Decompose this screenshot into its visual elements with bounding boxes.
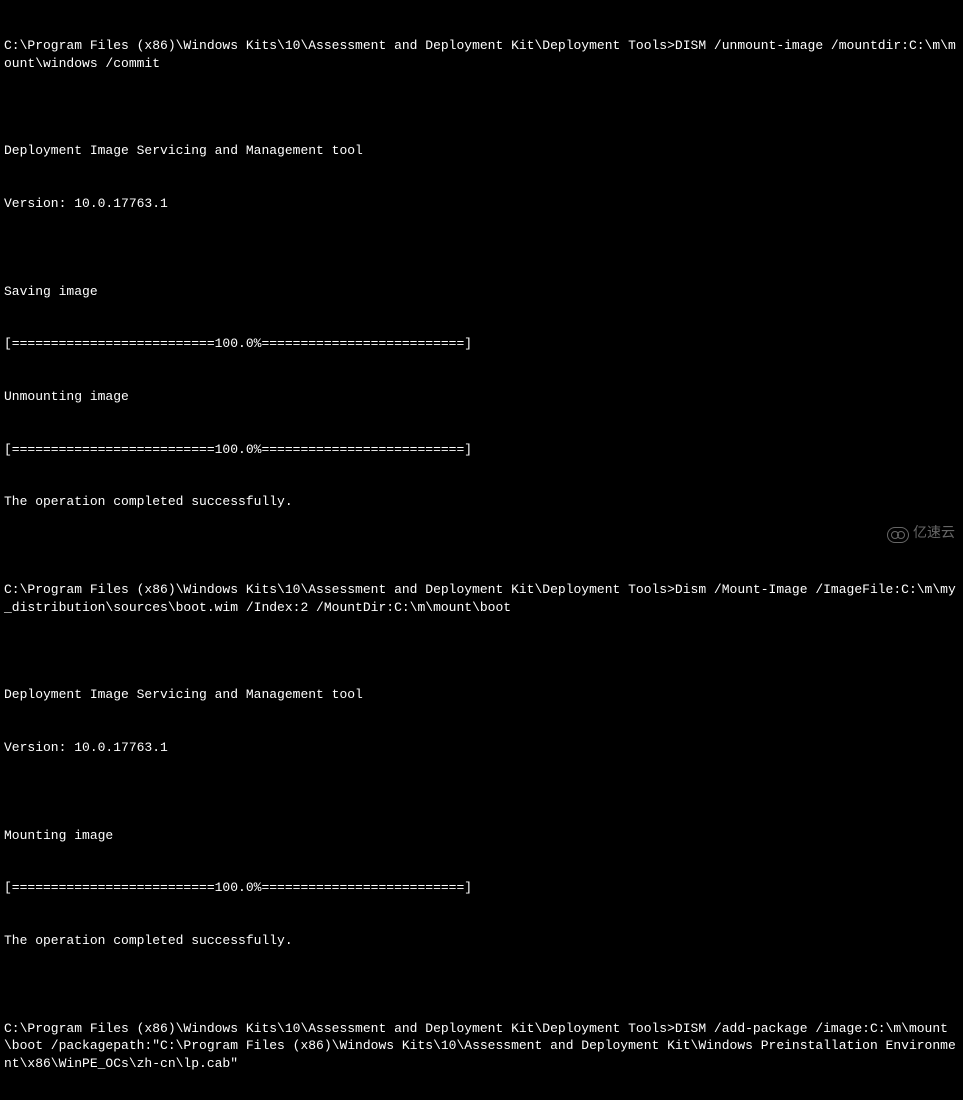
terminal-line: Deployment Image Servicing and Managemen… <box>4 142 959 160</box>
terminal-line: The operation completed successfully. <box>4 932 959 950</box>
terminal-line: Mounting image <box>4 827 959 845</box>
watermark-text: 亿速云 <box>913 525 955 544</box>
watermark: 亿速云 <box>887 525 955 544</box>
terminal-line: Saving image <box>4 283 959 301</box>
terminal-line: C:\Program Files (x86)\Windows Kits\10\A… <box>4 1020 959 1073</box>
terminal-line: [==========================100.0%=======… <box>4 335 959 353</box>
terminal-line: The operation completed successfully. <box>4 493 959 511</box>
terminal-line: C:\Program Files (x86)\Windows Kits\10\A… <box>4 37 959 72</box>
terminal-line: Version: 10.0.17763.1 <box>4 195 959 213</box>
terminal-line: C:\Program Files (x86)\Windows Kits\10\A… <box>4 581 959 616</box>
terminal-output: C:\Program Files (x86)\Windows Kits\10\A… <box>4 2 959 1100</box>
terminal-line: [==========================100.0%=======… <box>4 879 959 897</box>
terminal-line: Unmounting image <box>4 388 959 406</box>
terminal-line: Version: 10.0.17763.1 <box>4 739 959 757</box>
terminal-line: [==========================100.0%=======… <box>4 441 959 459</box>
cloud-icon <box>887 527 909 543</box>
terminal-line: Deployment Image Servicing and Managemen… <box>4 686 959 704</box>
